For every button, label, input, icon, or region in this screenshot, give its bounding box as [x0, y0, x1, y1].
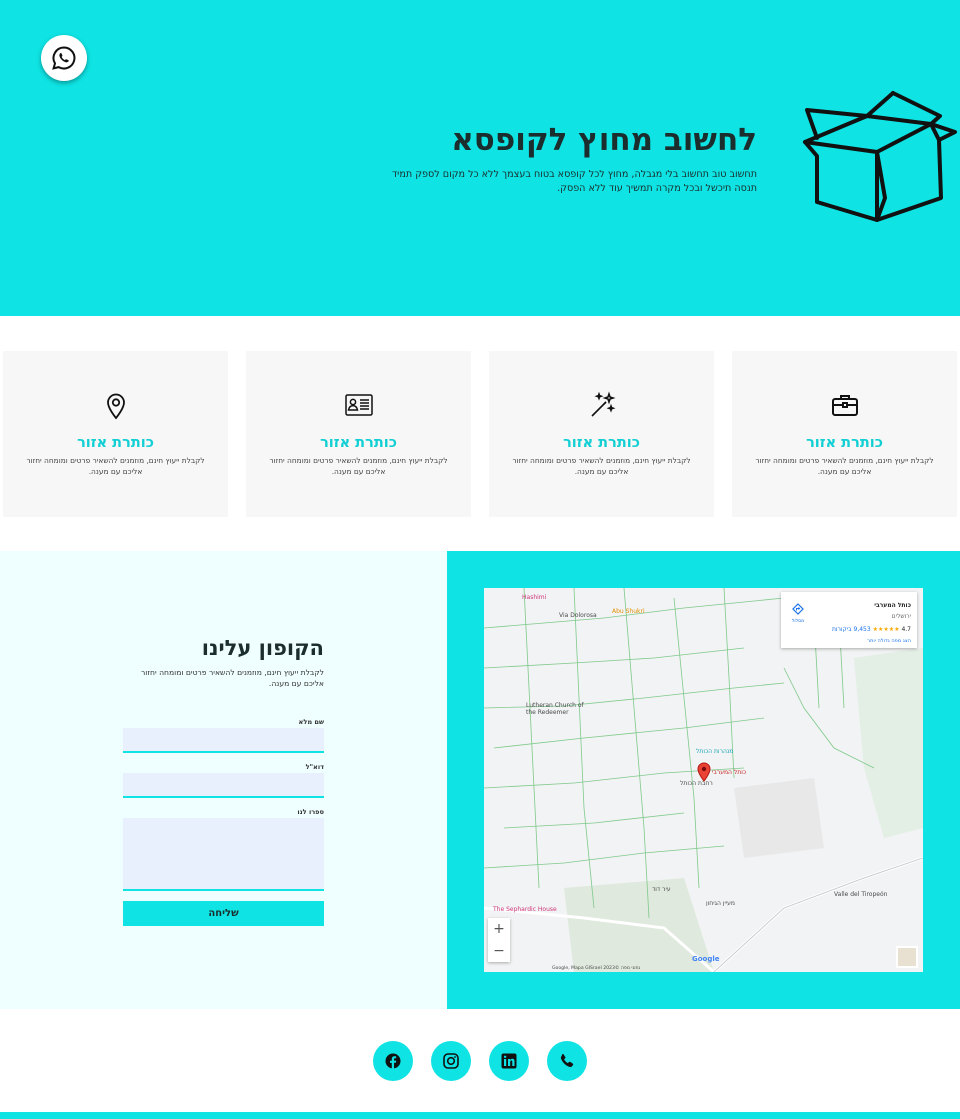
map-label: מנהרות הכותל — [696, 748, 734, 755]
map-pin-icon — [697, 762, 711, 782]
map-pin-label: כותל המערבי — [712, 769, 747, 776]
map-pin-icon — [106, 393, 125, 420]
facebook-icon — [385, 1053, 401, 1069]
whatsapp-button[interactable] — [41, 35, 87, 81]
directions-label: מסלול — [791, 619, 805, 624]
place-info-card: כותל המערבי ירושלים 4.7 ★★★★★ 9,453 ביקו… — [781, 592, 917, 648]
feature-card: כותרת אזור לקבלת ייעוץ חינם, מוזמנים להש… — [3, 351, 228, 517]
feature-card: כותרת אזור לקבלת ייעוץ חינם, מוזמנים להש… — [489, 351, 714, 517]
hero-title: לחשוב מחוץ לקופסא — [451, 122, 757, 158]
message-label: ספרו לנו — [297, 808, 324, 816]
rating-stars: ★★★★★ — [872, 626, 900, 633]
reviews-link[interactable]: 9,453 ביקורות — [832, 626, 871, 633]
zoom-out-button[interactable]: − — [488, 940, 510, 962]
map-label: Lutheran Church of the Redeemer — [526, 702, 584, 716]
map-label: The Sephardic House — [493, 906, 557, 913]
directions-button[interactable]: מסלול — [787, 600, 809, 624]
linkedin-icon — [501, 1053, 517, 1069]
map-label: מעיין הגיחון — [706, 900, 735, 907]
linkedin-button[interactable] — [489, 1041, 529, 1081]
feature-text: לקבלת ייעוץ חינם, מוזמנים להשאיר פרטים ו… — [755, 456, 934, 476]
id-card-icon — [344, 394, 373, 416]
zoom-control: + − — [488, 918, 510, 962]
map-label: Abu Shukri — [612, 608, 645, 615]
bottom-accent-bar — [0, 1112, 960, 1119]
feature-card: כותרת אזור לקבלת ייעוץ חינם, מוזמנים להש… — [732, 351, 957, 517]
map-label: Via Dolorosa — [559, 612, 597, 619]
phone-icon — [560, 1053, 574, 1068]
hero-text: תחשוב טוב תחשוב בלי מגבלה, מחוץ לכל קופס… — [391, 169, 757, 194]
facebook-button[interactable] — [373, 1041, 413, 1081]
email-field[interactable] — [123, 773, 324, 798]
place-name: כותל המערבי — [874, 602, 911, 609]
feature-title: כותרת אזור — [320, 435, 397, 451]
email-label: דוא"ל — [305, 763, 324, 771]
directions-icon — [792, 603, 804, 615]
google-logo: Google — [692, 955, 720, 963]
message-field[interactable] — [123, 818, 324, 891]
feature-text: לקבלת ייעוץ חינם, מוזמנים להשאיר פרטים ו… — [26, 456, 205, 476]
rating-value: 4.7 — [901, 626, 911, 633]
map-label: עיר דוד — [652, 886, 671, 893]
whatsapp-icon — [52, 46, 76, 70]
embedded-map[interactable]: Hashimi Via Dolorosa Abu Shukri Lutheran… — [484, 588, 923, 972]
submit-button[interactable]: שליחה — [123, 901, 324, 926]
open-box-icon — [803, 91, 957, 222]
zoom-in-button[interactable]: + — [488, 918, 510, 940]
feature-text: לקבלת ייעוץ חינם, מוזמנים להשאיר פרטים ו… — [512, 456, 691, 476]
feature-title: כותרת אזור — [563, 435, 640, 451]
magic-wand-icon — [590, 391, 616, 417]
feature-card: כותרת אזור לקבלת ייעוץ חינם, מוזמנים להש… — [246, 351, 471, 517]
phone-button[interactable] — [547, 1041, 587, 1081]
feature-title: כותרת אזור — [806, 435, 883, 451]
street-view-thumbnail[interactable] — [896, 946, 918, 968]
feature-text: לקבלת ייעוץ חינם, מוזמנים להשאיר פרטים ו… — [269, 456, 448, 476]
place-rating: 4.7 ★★★★★ 9,453 ביקורות — [832, 626, 911, 633]
instagram-button[interactable] — [431, 1041, 471, 1081]
place-city: ירושלים — [891, 613, 911, 620]
name-field[interactable] — [123, 728, 324, 753]
map-label: Valle del Tiropeón — [834, 891, 888, 898]
feature-title: כותרת אזור — [77, 435, 154, 451]
form-title: הקופון עלינו — [201, 636, 324, 660]
larger-map-link[interactable]: הצג מפה גדולה יותר — [867, 638, 911, 644]
map-label: Hashimi — [522, 594, 547, 601]
name-label: שם מלא — [298, 718, 324, 726]
hero-section: לחשוב מחוץ לקופסא תחשוב טוב תחשוב בלי מג… — [0, 0, 960, 316]
map-attribution: נתוני מפה ©2023 Google, Mapa GISrael — [552, 966, 641, 971]
form-subtitle: לקבלת ייעוץ חינם, מוזמנים להשאיר פרטים ו… — [141, 668, 324, 688]
instagram-icon — [443, 1053, 459, 1069]
briefcase-icon — [831, 395, 858, 416]
